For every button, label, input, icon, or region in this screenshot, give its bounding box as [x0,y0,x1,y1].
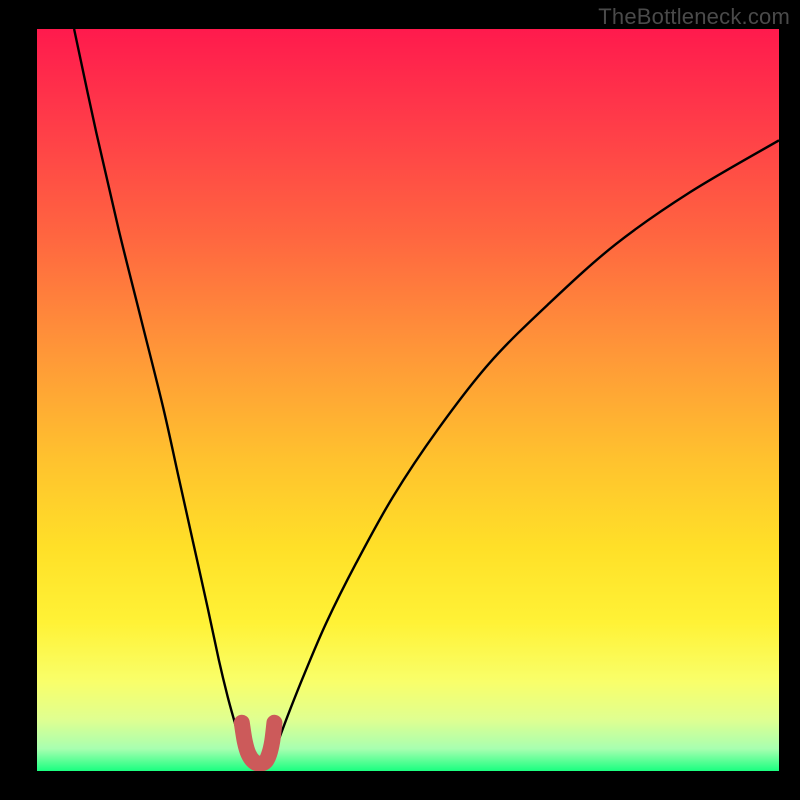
chart-svg [37,29,779,771]
plot-area [37,29,779,771]
curve-right-branch [271,140,779,762]
curve-left-branch [74,29,246,762]
chart-frame: TheBottleneck.com [0,0,800,800]
valley-marker [242,723,275,764]
watermark-text: TheBottleneck.com [598,4,790,30]
